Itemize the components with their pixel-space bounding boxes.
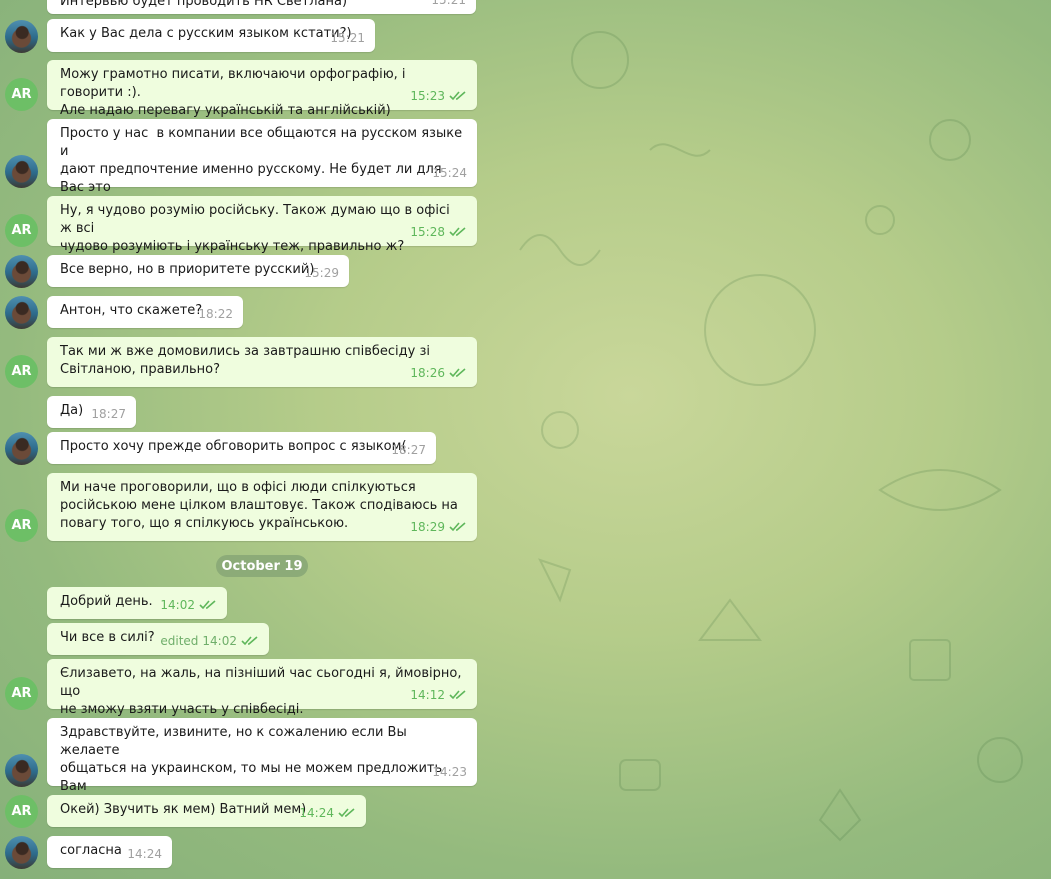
message-outgoing[interactable]: Ми наче проговорили, що в офісі люди спі… [47, 473, 477, 541]
message-time: 15:21 [431, 0, 466, 7]
message-text: Все верно, но в приоритете русский) [60, 262, 315, 277]
contact-avatar[interactable] [5, 20, 38, 53]
user-avatar[interactable]: AR [5, 795, 38, 828]
message-list[interactable]: Интервью будет проводить HR Светлана) 15… [0, 0, 1051, 879]
contact-avatar[interactable] [5, 155, 38, 188]
message-time: 15:28 [410, 225, 445, 239]
message-incoming[interactable]: Просто у нас в компании все общаются на … [47, 119, 477, 213]
message-time: 18:29 [410, 520, 445, 534]
contact-avatar[interactable] [5, 836, 38, 869]
edited-label: edited [160, 634, 199, 648]
message-outgoing[interactable]: Добрий день. 14:02 [47, 587, 227, 619]
message-text: Єлизавето, на жаль, на пізніший час сьог… [60, 666, 462, 717]
message-outgoing[interactable]: Єлизавето, на жаль, на пізніший час сьог… [47, 659, 477, 717]
double-check-icon [449, 227, 467, 237]
user-avatar[interactable]: AR [5, 509, 38, 542]
double-check-icon [449, 368, 467, 378]
message-time: 18:22 [198, 307, 233, 321]
message-outgoing[interactable]: Чи все в силі? edited 14:02 [47, 623, 269, 655]
message-time: 18:26 [410, 366, 445, 380]
message-time: 15:21 [330, 31, 365, 45]
double-check-icon [449, 522, 467, 532]
contact-avatar[interactable] [5, 296, 38, 329]
double-check-icon [449, 91, 467, 101]
message-text: Можу грамотно писати, включаючи орфограф… [60, 67, 406, 118]
message-incoming[interactable]: Интервью будет проводить HR Светлана) 15… [47, 0, 476, 14]
message-incoming[interactable]: согласна 14:24 [47, 836, 172, 868]
message-outgoing[interactable]: Можу грамотно писати, включаючи орфограф… [47, 60, 477, 118]
message-text: Так ми ж вже домовились за завтрашню спі… [60, 344, 430, 377]
message-time: 14:02 [160, 598, 195, 612]
message-outgoing[interactable]: Так ми ж вже домовились за завтрашню спі… [47, 337, 477, 387]
message-time: 18:27 [91, 407, 126, 421]
message-time: 14:02 [202, 634, 237, 648]
double-check-icon [199, 600, 217, 610]
message-incoming[interactable]: Да) 18:27 [47, 396, 136, 428]
message-incoming[interactable]: Как у Вас дела с русским языком кстати?)… [47, 19, 375, 52]
message-incoming[interactable]: Здравствуйте, извините, но к сожалению е… [47, 718, 477, 812]
message-time: 15:24 [432, 166, 467, 180]
message-time: 15:29 [304, 266, 339, 280]
message-incoming[interactable]: Антон, что скажете? 18:22 [47, 296, 243, 328]
user-avatar[interactable]: AR [5, 677, 38, 710]
contact-avatar[interactable] [5, 754, 38, 787]
message-time: 14:12 [410, 688, 445, 702]
user-avatar[interactable]: AR [5, 214, 38, 247]
contact-avatar[interactable] [5, 255, 38, 288]
message-incoming[interactable]: Все верно, но в приоритете русский) 15:2… [47, 255, 349, 287]
message-outgoing[interactable]: Ну, я чудово розумію російську. Також ду… [47, 196, 477, 254]
message-time: 15:23 [410, 89, 445, 103]
message-text: Ми наче проговорили, що в офісі люди спі… [60, 480, 458, 531]
message-time: 18:27 [391, 443, 426, 457]
message-text: Как у Вас дела с русским языком кстати?) [60, 26, 352, 41]
message-text: Интервью будет проводить HR Светлана) [60, 0, 348, 9]
message-outgoing[interactable]: Окей) Звучить як мем) Ватний мем) 14:24 [47, 795, 366, 827]
contact-avatar[interactable] [5, 432, 38, 465]
double-check-icon [338, 808, 356, 818]
message-time: 14:23 [432, 765, 467, 779]
message-time: 14:24 [299, 806, 334, 820]
user-avatar[interactable]: AR [5, 78, 38, 111]
message-text: Ну, я чудово розумію російську. Також ду… [60, 203, 450, 254]
double-check-icon [241, 636, 259, 646]
date-separator: October 19 [216, 555, 308, 577]
message-incoming[interactable]: Просто хочу прежде обговорить вопрос с я… [47, 432, 436, 464]
message-time: 14:24 [127, 847, 162, 861]
double-check-icon [449, 690, 467, 700]
user-avatar[interactable]: AR [5, 355, 38, 388]
message-text: Просто хочу прежде обговорить вопрос с я… [60, 439, 407, 454]
